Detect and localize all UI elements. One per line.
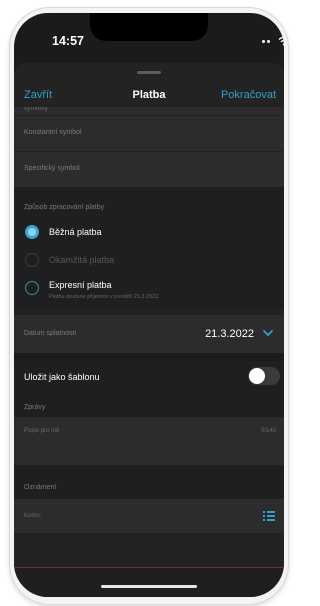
phone-screen: 14:57 Zavřít Platba Pokračovat symboly K… (14, 13, 284, 597)
signal-icon (267, 40, 270, 43)
radio-unselected-icon (25, 281, 39, 295)
radio-standard-payment[interactable]: Běžná platba (14, 219, 284, 247)
specific-symbol-field[interactable]: Specifický symbol (14, 151, 284, 187)
komu-label: Komu: (24, 513, 42, 519)
radio-standard-label: Běžná platba (49, 227, 102, 237)
memo-input[interactable]: Popis pro mě 0/140 (14, 417, 284, 465)
spacer (14, 353, 284, 361)
symbols-clipped-label: symboly (24, 107, 48, 112)
due-date-row[interactable]: Datum splatnosti 21.3.2022 (14, 315, 284, 353)
chevron-down-icon (263, 330, 273, 337)
due-date-label: Datum splatnosti (24, 330, 77, 337)
memo-counter: 0/140 (260, 428, 276, 434)
home-indicator (101, 585, 197, 588)
notification-header: Oznámení (14, 465, 284, 499)
symbols-clipped-row: symboly (14, 107, 284, 115)
radio-instant-payment: Okamžitá platba (14, 247, 284, 275)
constant-symbol-label: Konstantní symbol (24, 129, 82, 136)
messages-header: Zprávy (14, 391, 284, 417)
radio-disabled-icon (25, 253, 39, 267)
constant-symbol-field[interactable]: Konstantní symbol (14, 115, 284, 151)
messages-header-label: Zprávy (24, 404, 46, 411)
memo-placeholder: Popis pro mě (24, 428, 60, 434)
nav-bar: Zavřít Platba Pokračovat (14, 83, 284, 109)
radio-instant-label: Okamžitá platba (49, 255, 115, 265)
radio-express-label: Expresní platba (49, 280, 112, 290)
radio-express-payment[interactable]: Expresní platba Platbu dostane příjemce … (14, 275, 284, 309)
list-icon[interactable] (262, 509, 276, 523)
wifi-icon (278, 36, 284, 46)
notification-header-label: Oznámení (24, 484, 57, 491)
status-time: 14:57 (52, 34, 84, 48)
due-date-value: 21.3.2022 (205, 328, 254, 340)
specific-symbol-label: Specifický symbol (24, 165, 80, 172)
processing-header-label: Způsob zpracování platby (24, 204, 105, 211)
processing-header: Způsob zpracování platby (14, 187, 284, 219)
signal-icon (262, 40, 265, 43)
payment-sheet: Zavřít Platba Pokračovat symboly Konstan… (14, 63, 284, 597)
save-template-label: Uložit jako šablonu (24, 372, 100, 382)
radio-express-note: Platbu dostane příjemce v pondělí 21.3.2… (49, 294, 160, 300)
status-bar: 14:57 (14, 13, 284, 59)
form-content: symboly Konstantní symbol Specifický sym… (14, 107, 284, 533)
save-template-toggle[interactable] (248, 367, 280, 385)
radio-selected-icon (25, 225, 39, 239)
bottom-strip (14, 567, 284, 597)
continue-button[interactable]: Pokračovat (221, 89, 276, 101)
komu-field[interactable]: Komu: (14, 499, 284, 533)
sheet-grabber[interactable] (137, 71, 161, 74)
notch (90, 13, 208, 41)
save-template-row: Uložit jako šablonu (14, 361, 284, 391)
